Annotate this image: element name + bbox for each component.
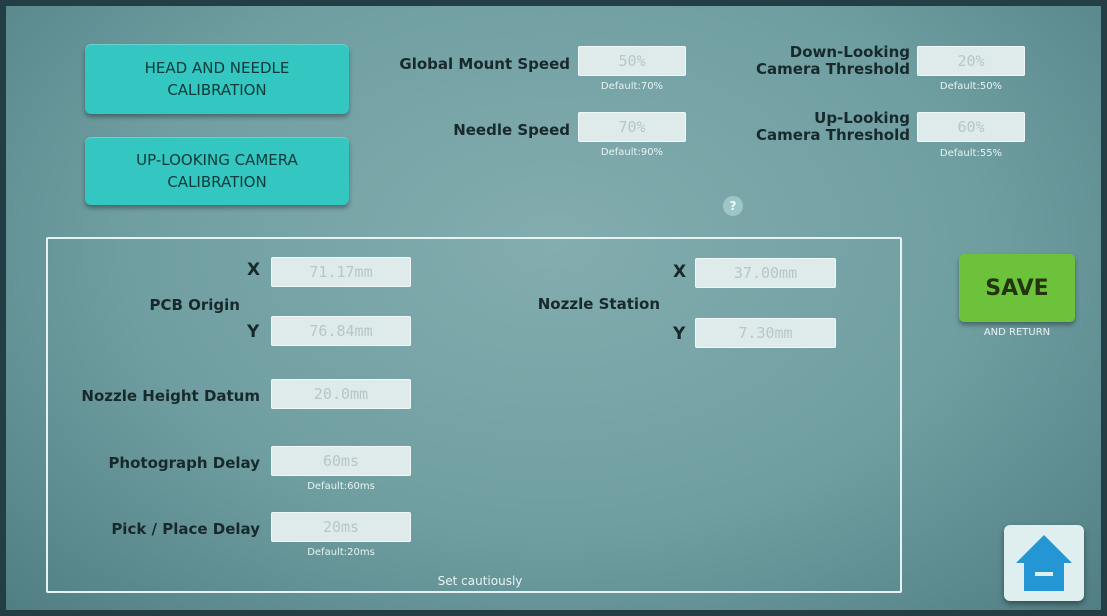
head-needle-calibration-button[interactable]: HEAD AND NEEDLE CALIBRATION xyxy=(85,44,349,114)
pick-place-delay-default: Default:20ms xyxy=(307,547,375,558)
photograph-delay-default: Default:60ms xyxy=(307,481,375,492)
pick-place-delay-input[interactable]: 20ms xyxy=(271,512,411,542)
down-looking-threshold-label: Down-Looking Camera Threshold xyxy=(756,43,910,78)
up-looking-threshold-input[interactable]: 60% xyxy=(917,112,1025,142)
pcb-origin-y-input[interactable]: 76.84mm xyxy=(271,316,411,346)
up-looking-threshold-label: Up-Looking Camera Threshold xyxy=(756,109,910,144)
down-looking-threshold-input[interactable]: 20% xyxy=(917,46,1025,76)
global-mount-speed-input[interactable]: 50% xyxy=(578,46,686,76)
nozzle-station-y-label: Y xyxy=(673,324,686,344)
pcb-origin-x-input[interactable]: 71.17mm xyxy=(271,257,411,287)
nozzle-height-datum-label: Nozzle Height Datum xyxy=(81,387,260,405)
home-icon xyxy=(1016,535,1072,591)
uplooking-camera-calibration-button[interactable]: UP-LOOKING CAMERA CALIBRATION xyxy=(85,137,349,205)
down-looking-threshold-default: Default:50% xyxy=(939,81,1003,92)
global-mount-speed-label: Global Mount Speed xyxy=(399,55,570,73)
set-cautiously-note: Set cautiously xyxy=(437,574,523,588)
needle-speed-label: Needle Speed xyxy=(453,121,570,139)
home-button[interactable] xyxy=(1004,525,1084,601)
photograph-delay-input[interactable]: 60ms xyxy=(271,446,411,476)
save-button[interactable]: SAVE xyxy=(959,254,1075,322)
up-looking-threshold-default: Default:55% xyxy=(939,148,1003,159)
pcb-origin-y-label: Y xyxy=(247,322,260,342)
pcb-origin-label: PCB Origin xyxy=(149,296,240,314)
global-mount-speed-default: Default:70% xyxy=(600,81,664,92)
nozzle-station-y-input[interactable]: 7.30mm xyxy=(695,318,836,348)
question-icon[interactable]: ? xyxy=(723,196,743,216)
needle-speed-default: Default:90% xyxy=(600,147,664,158)
save-and-return-label: AND RETURN xyxy=(983,327,1051,338)
nozzle-height-datum-input[interactable]: 20.0mm xyxy=(271,379,411,409)
pcb-origin-x-label: X xyxy=(247,260,261,280)
settings-panel xyxy=(46,237,902,593)
photograph-delay-label: Photograph Delay xyxy=(108,454,260,472)
needle-speed-input[interactable]: 70% xyxy=(578,112,686,142)
nozzle-station-x-label: X xyxy=(673,262,687,282)
nozzle-station-label: Nozzle Station xyxy=(537,295,660,313)
nozzle-station-x-input[interactable]: 37.00mm xyxy=(695,258,836,288)
pick-place-delay-label: Pick / Place Delay xyxy=(111,520,260,538)
